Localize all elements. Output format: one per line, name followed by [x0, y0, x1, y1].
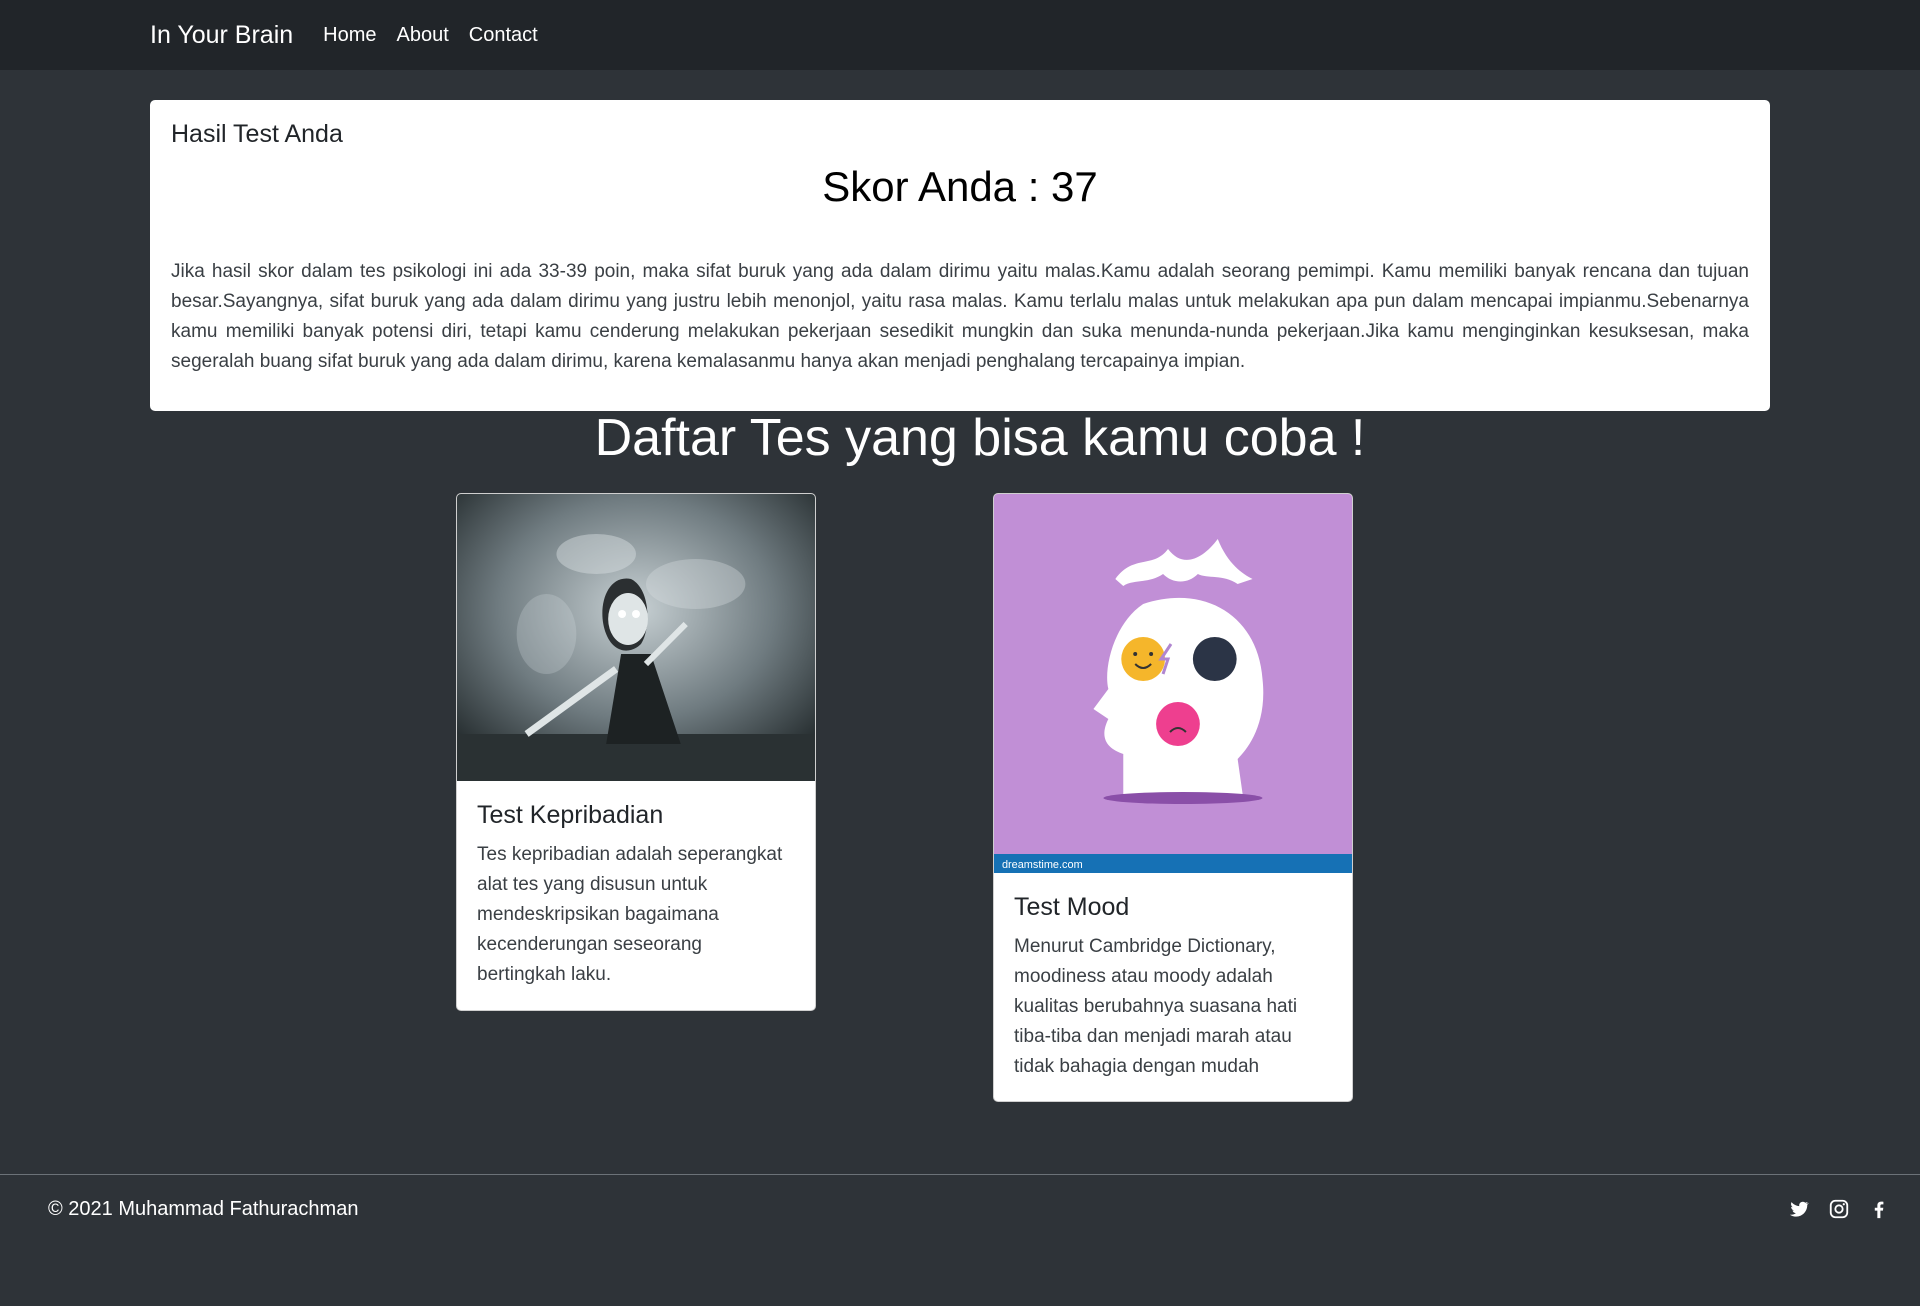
nav-home[interactable]: Home	[323, 24, 376, 47]
footer-copyright: © 2021 Muhammad Fathurachman	[48, 1198, 359, 1220]
watermark-text: dreamstime.com	[1002, 859, 1083, 871]
twitter-icon[interactable]	[1788, 1198, 1810, 1220]
score-title: Skor Anda : 37	[822, 163, 1098, 210]
result-description: Jika hasil skor dalam tes psikologi ini …	[171, 261, 1749, 372]
card-test-kepribadian[interactable]: Test Kepribadian Tes kepribadian adalah …	[456, 493, 816, 1011]
card-text: Menurut Cambridge Dictionary, moodiness …	[1014, 936, 1298, 1077]
mood-test-image: dreamstime.com	[994, 494, 1352, 873]
nav-about[interactable]: About	[397, 24, 449, 47]
navbar: In Your Brain Home About Contact	[0, 0, 1920, 70]
result-card: Hasil Test Anda Skor Anda : 37 Jika hasi…	[150, 100, 1770, 411]
test-list-title: Daftar Tes yang bisa kamu coba !	[594, 409, 1366, 467]
card-title[interactable]: Test Mood	[1014, 893, 1332, 922]
personality-test-image	[457, 494, 815, 781]
footer-divider	[0, 1174, 1920, 1175]
nav-contact[interactable]: Contact	[469, 24, 538, 47]
card-test-mood[interactable]: dreamstime.com Test Mood Menurut Cambrid…	[993, 493, 1353, 1102]
instagram-icon[interactable]	[1828, 1198, 1850, 1220]
result-header: Hasil Test Anda	[171, 120, 343, 148]
brand-link[interactable]: In Your Brain	[150, 21, 293, 50]
card-title[interactable]: Test Kepribadian	[477, 801, 795, 830]
social-links	[1788, 1198, 1890, 1220]
card-text: Tes kepribadian adalah seperangkat alat …	[477, 844, 783, 985]
facebook-icon[interactable]	[1868, 1198, 1890, 1220]
